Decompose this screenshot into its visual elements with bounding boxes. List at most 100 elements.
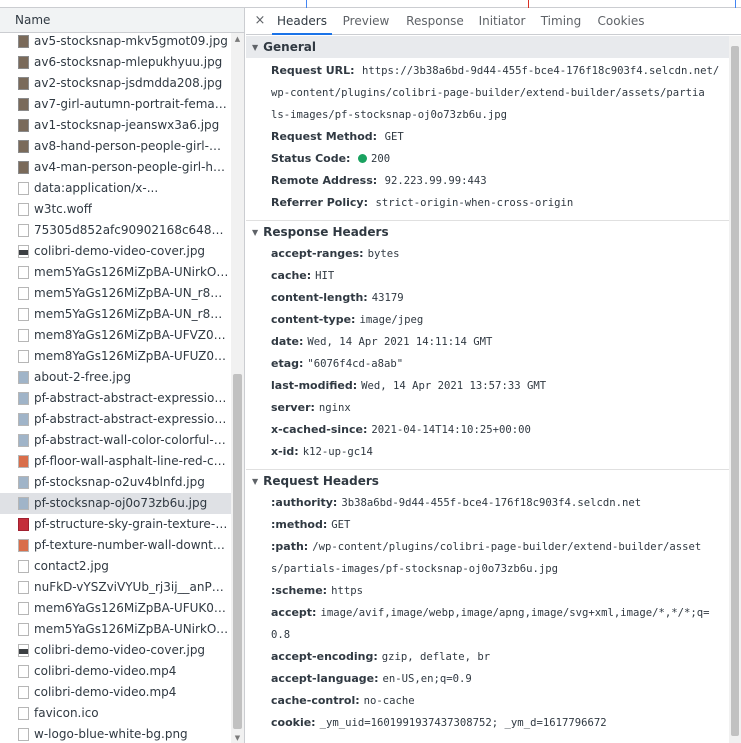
request-row[interactable]: mem8YaGs126MiZpBA-UFVZ0b.wo...	[0, 325, 231, 346]
request-method-row: Request Method: GET	[246, 126, 729, 148]
header-value: gzip, deflate, br	[381, 651, 491, 663]
request-name: contact2.jpg	[34, 559, 109, 573]
header-key: :path:	[271, 540, 309, 553]
header-row: :path:/wp-content/plugins/colibri-page-b…	[246, 536, 729, 558]
request-name: av8-hand-person-people-girl-woma...	[34, 139, 230, 153]
request-name: data:application/x-...	[34, 181, 159, 195]
request-row[interactable]: mem5YaGs126MiZpBA-UN_r8OVuh...	[0, 283, 231, 304]
request-row[interactable]: mem8YaGs126MiZpBA-UFUZ0bbck...	[0, 346, 231, 367]
request-row[interactable]: pf-abstract-wall-color-colorful-gra...	[0, 430, 231, 451]
request-row[interactable]: favicon.ico	[0, 703, 231, 724]
request-row[interactable]: av2-stocksnap-jsdmdda208.jpg	[0, 73, 231, 94]
header-key: :authority:	[271, 496, 338, 509]
request-row[interactable]: pf-floor-wall-asphalt-line-red-color-...	[0, 451, 231, 472]
request-row[interactable]: pf-abstract-abstract-expressionism-...	[0, 388, 231, 409]
details-scrollbar[interactable]	[729, 36, 741, 743]
header-value: "6076f4cd-a8ab"	[307, 358, 404, 370]
header-row: content-length: 43179	[246, 287, 729, 309]
status-code-value: 200	[370, 153, 391, 165]
request-row[interactable]: mem5YaGs126MiZpBA-UNirkOUuh...	[0, 262, 231, 283]
header-key: x-cached-since:	[271, 423, 368, 436]
request-row[interactable]: av8-hand-person-people-girl-woma...	[0, 136, 231, 157]
request-method-value: GET	[384, 131, 404, 143]
tab-headers[interactable]: Headers	[272, 8, 332, 35]
request-row[interactable]: 75305d852afc90902168c64815c95...	[0, 220, 231, 241]
image-thumbnail-icon	[18, 434, 29, 447]
header-value-continuation: 0.8	[271, 629, 291, 641]
tab-response[interactable]: Response	[402, 8, 468, 35]
collapse-triangle-icon: ▼	[252, 228, 259, 237]
header-row: content-type: image/jpeg	[246, 309, 729, 331]
request-url-row-3: ls-images/pf-stocksnap-oj0o73zb6u.jpg	[246, 104, 729, 126]
request-row[interactable]: w-logo-blue-white-bg.png	[0, 724, 231, 743]
request-headers-section-header[interactable]: ▼ Request Headers	[246, 470, 729, 492]
status-code-row: Status Code: 200	[246, 148, 729, 170]
general-section-header[interactable]: ▼ General	[246, 36, 729, 58]
request-row[interactable]: pf-structure-sky-grain-texture-old-...	[0, 514, 231, 535]
header-value: Wed, 14 Apr 2021 13:57:33 GMT	[361, 380, 547, 392]
request-list-pane: Name av5-stocksnap-mkv5gmot09.jpg av6-sto…	[0, 8, 245, 743]
request-list-scroll-thumb[interactable]	[233, 374, 242, 729]
tab-cookies[interactable]: Cookies	[596, 8, 646, 35]
close-details-icon[interactable]: ×	[252, 8, 268, 35]
request-row[interactable]: about-2-free.jpg	[0, 367, 231, 388]
request-row[interactable]: mem5YaGs126MiZpBA-UNirkOVuh...	[0, 619, 231, 640]
remote-address-key: Remote Address:	[271, 174, 378, 187]
request-method-key: Request Method:	[271, 130, 378, 143]
details-scroll-thumb[interactable]	[731, 46, 739, 736]
request-row[interactable]: av6-stocksnap-mlepukhyuu.jpg	[0, 52, 231, 73]
file-icon	[18, 203, 29, 216]
image-thumbnail-icon	[18, 161, 29, 174]
header-key: accept-ranges:	[271, 247, 364, 260]
request-row[interactable]: data:application/x-...	[0, 178, 231, 199]
request-row[interactable]: w3tc.woff	[0, 199, 231, 220]
request-row[interactable]: colibri-demo-video.mp4	[0, 661, 231, 682]
header-key: content-length:	[271, 291, 368, 304]
header-row: x-cached-since: 2021-04-14T14:10:25+00:00	[246, 419, 729, 441]
request-row[interactable]: pf-stocksnap-o2uv4blnfd.jpg	[0, 472, 231, 493]
tab-preview[interactable]: Preview	[338, 8, 394, 35]
request-name: mem5YaGs126MiZpBA-UN_r8OVuh...	[34, 286, 230, 300]
file-icon	[18, 182, 29, 195]
request-row[interactable]: pf-texture-number-wall-downtown-...	[0, 535, 231, 556]
file-icon	[18, 350, 29, 363]
file-icon	[18, 224, 29, 237]
file-icon	[18, 560, 29, 573]
request-row[interactable]: contact2.jpg	[0, 556, 231, 577]
request-row[interactable]: pf-stocksnap-oj0o73zb6u.jpg	[0, 493, 231, 514]
scroll-up-arrow-icon[interactable]: ▲	[233, 35, 242, 43]
header-row: :authority: 3b38a6bd-9d44-455f-bce4-176f1…	[246, 492, 729, 514]
request-row[interactable]: av7-girl-autumn-portrait-female-wo...	[0, 94, 231, 115]
request-row[interactable]: colibri-demo-video.mp4	[0, 682, 231, 703]
file-icon	[18, 728, 29, 741]
image-thumbnail-icon	[18, 56, 29, 69]
request-name: mem5YaGs126MiZpBA-UNirkOVuh...	[34, 622, 230, 636]
request-row[interactable]: av5-stocksnap-mkv5gmot09.jpg	[0, 31, 231, 52]
request-row[interactable]: mem5YaGs126MiZpBA-UN_r8OUuh...	[0, 304, 231, 325]
header-value: no-cache	[363, 695, 415, 707]
request-row[interactable]: av1-stocksnap-jeanswx3a6.jpg	[0, 115, 231, 136]
request-row[interactable]: av4-man-person-people-girl-hair-ph...	[0, 157, 231, 178]
file-icon	[18, 623, 29, 636]
file-icon	[18, 329, 29, 342]
request-name: av6-stocksnap-mlepukhyuu.jpg	[34, 55, 223, 69]
request-row[interactable]: colibri-demo-video-cover.jpg	[0, 640, 231, 661]
request-name: colibri-demo-video.mp4	[34, 664, 177, 678]
name-column-header[interactable]: Name	[0, 8, 244, 33]
scroll-down-arrow-icon[interactable]: ▼	[233, 734, 242, 742]
image-thumbnail-icon	[18, 413, 29, 426]
header-row: last-modified: Wed, 14 Apr 2021 13:57:33 …	[246, 375, 729, 397]
header-row-continuation: 0.8	[246, 624, 729, 646]
response-headers-section-header[interactable]: ▼ Response Headers	[246, 221, 729, 243]
header-value: GET	[331, 519, 351, 531]
request-row[interactable]: mem6YaGs126MiZpBA-UFUK0Zdc0...	[0, 598, 231, 619]
request-url-value-2: wp-content/plugins/colibri-page-builder/…	[271, 87, 705, 99]
header-value: image/avif,image/webp,image/apng,image/s…	[320, 607, 710, 619]
image-thumbnail-icon	[18, 455, 29, 468]
tab-initiator[interactable]: Initiator	[474, 8, 530, 35]
header-row: server: nginx	[246, 397, 729, 419]
tab-timing[interactable]: Timing	[538, 8, 584, 35]
request-row[interactable]: nuFkD-vYSZviVYUb_rj3ij__anPXDTn...	[0, 577, 231, 598]
request-row[interactable]: pf-abstract-abstract-expressionism-...	[0, 409, 231, 430]
request-row[interactable]: colibri-demo-video-cover.jpg	[0, 241, 231, 262]
